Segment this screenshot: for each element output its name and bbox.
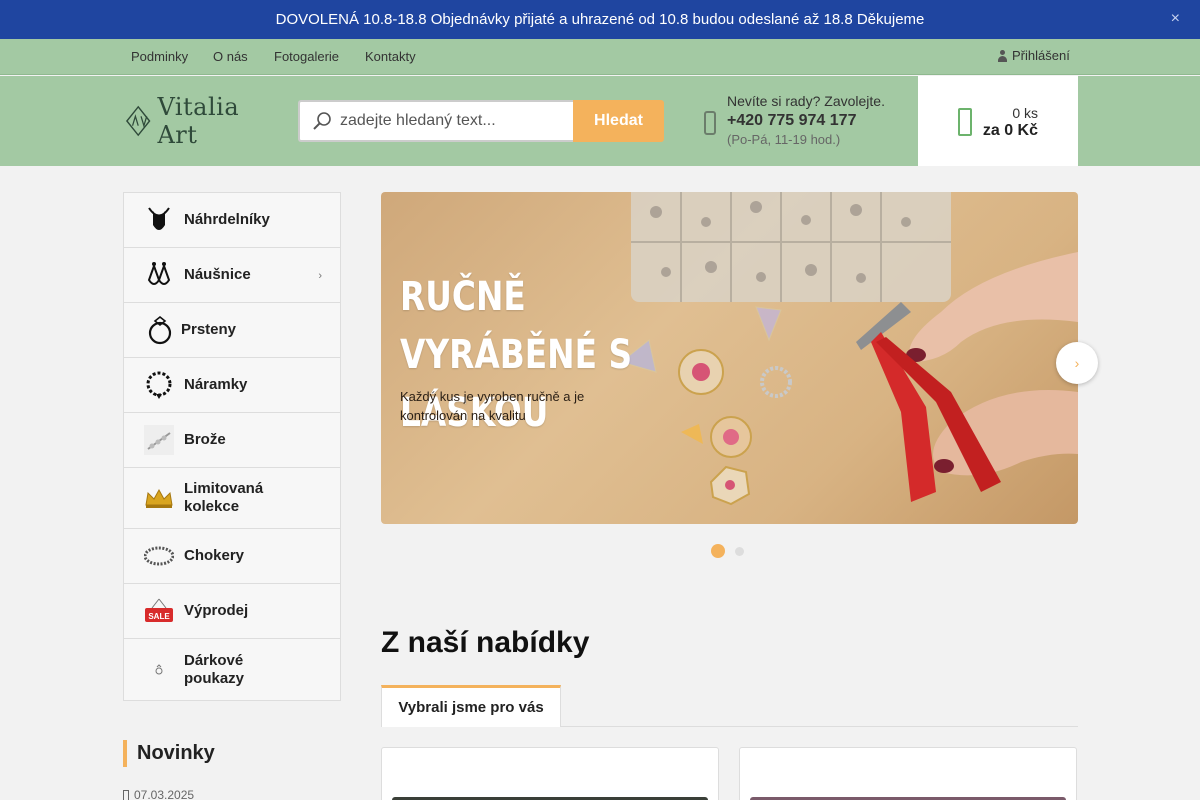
category-item-broze[interactable]: Brože — [124, 413, 340, 468]
banner-subtitle: Každý kus je vyroben ručně a je kontrolo… — [400, 389, 585, 423]
carousel-dots — [711, 544, 744, 558]
news-heading: Novinky — [123, 740, 215, 767]
calendar-icon — [123, 789, 129, 800]
sale-icon: SALE — [145, 598, 173, 622]
category-label: Dárkové poukazy — [184, 651, 245, 687]
category-label: Prsteny — [181, 321, 237, 338]
carousel-dot-2[interactable] — [735, 546, 744, 556]
gift-voucher-icon — [155, 663, 163, 674]
news-date-text: 07.03.2025 — [134, 788, 195, 800]
nav-link-podminky[interactable]: Podminky — [131, 49, 188, 64]
offer-heading: Z naší nabídky — [381, 626, 590, 659]
svg-text:SALE: SALE — [148, 612, 170, 621]
carousel-next-button[interactable]: › — [1056, 342, 1098, 384]
notice-bar: DOVOLENÁ 10.8-18.8 Objednávky přijaté a … — [0, 0, 1200, 39]
category-label: Brože — [184, 431, 226, 448]
news-date: 07.03.2025 — [123, 788, 194, 800]
product-card[interactable] — [739, 747, 1077, 800]
cart-icon — [958, 108, 972, 136]
category-label: Náušnice — [184, 266, 251, 283]
category-item-limitovana-kolekce[interactable]: Limitovaná kolekce — [124, 468, 340, 529]
category-item-vyprodej[interactable]: SALE Výprodej — [124, 584, 340, 639]
opening-hours: (Po-Pá, 11-19 hod.) — [727, 132, 841, 147]
phone-number[interactable]: +420 775 974 177 — [727, 112, 885, 130]
category-label: Náramky — [184, 376, 248, 393]
category-item-naramky[interactable]: Náramky — [124, 358, 340, 413]
close-icon[interactable]: × — [1171, 10, 1180, 28]
category-item-darkove-poukazy[interactable]: Dárkové poukazy — [124, 639, 340, 700]
phone-icon — [704, 111, 716, 135]
hero-banner[interactable]: RUČNĚ VYRÁBĚNÉ S LÁSKOU Každý kus je vyr… — [381, 192, 1078, 524]
earrings-icon — [147, 262, 171, 285]
nav-link-o-nas[interactable]: O nás — [213, 49, 248, 64]
logo-text: Vitalia Art — [157, 93, 240, 149]
category-label: Výprodej — [184, 602, 249, 619]
top-nav: Podminky O nás Fotogalerie Kontakty Přih… — [0, 39, 1200, 75]
chevron-right-icon: › — [1074, 355, 1080, 371]
nav-link-fotogalerie[interactable]: Fotogalerie — [274, 49, 339, 64]
search-box — [298, 100, 574, 142]
help-contact: Nevíte si rady? Zavolejte. +420 775 974 … — [727, 93, 885, 147]
category-item-nausnice[interactable]: Náušnice › — [124, 248, 340, 303]
search-button[interactable]: Hledat — [573, 100, 664, 142]
category-item-nahrdelniky[interactable]: Náhrdelníky — [124, 193, 340, 248]
category-item-prsteny[interactable]: Prsteny — [124, 303, 340, 358]
choker-icon — [144, 546, 174, 566]
cart[interactable]: 0 ks za 0 Kč — [918, 76, 1078, 166]
search-icon — [313, 112, 331, 130]
search-input[interactable] — [340, 112, 565, 130]
user-icon — [998, 49, 1007, 62]
category-label: Limitovaná kolekce — [184, 480, 264, 515]
bracelet-icon — [146, 371, 172, 399]
brooch-icon — [144, 425, 174, 455]
category-label: Náhrdelníky — [184, 211, 270, 228]
logo-emblem-icon — [125, 105, 151, 137]
chevron-right-icon[interactable]: › — [318, 270, 322, 282]
cart-count: 0 ks — [1012, 105, 1038, 121]
category-item-chokery[interactable]: Chokery — [124, 529, 340, 584]
product-card[interactable] — [381, 747, 719, 800]
tab-vybrali-jsme[interactable]: Vybrali jsme pro vás — [381, 685, 561, 727]
category-label: Chokery — [184, 547, 245, 564]
logo[interactable]: Vitalia Art — [125, 93, 280, 149]
login-link[interactable]: Přihlášení — [998, 48, 1070, 63]
cart-total: za 0 Kč — [982, 122, 1038, 139]
carousel-dot-1[interactable] — [711, 544, 725, 558]
login-label: Přihlášení — [1012, 48, 1070, 63]
crown-icon — [145, 488, 173, 508]
category-menu: Náhrdelníky Náušnice › Prsteny Náramky B… — [123, 192, 341, 701]
ring-icon — [148, 315, 172, 345]
nav-link-kontakty[interactable]: Kontakty — [365, 49, 416, 64]
help-text: Nevíte si rady? Zavolejte. — [727, 93, 885, 109]
notice-text: DOVOLENÁ 10.8-18.8 Objednávky přijaté a … — [275, 11, 925, 28]
necklace-icon — [148, 207, 170, 230]
